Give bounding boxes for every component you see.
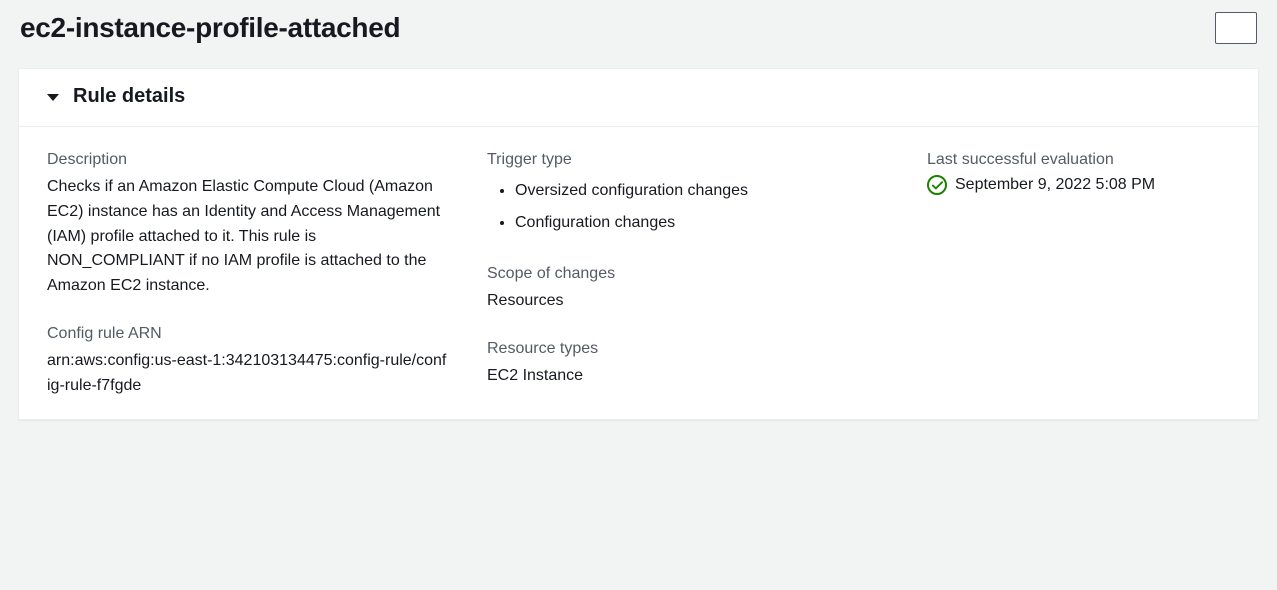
card-title: Rule details: [73, 85, 185, 108]
scope-label: Scope of changes: [487, 265, 887, 283]
list-item: Oversized configuration changes: [515, 175, 887, 207]
header-action-button[interactable]: [1215, 12, 1257, 44]
list-item: Configuration changes: [515, 207, 887, 239]
trigger-label: Trigger type: [487, 151, 887, 169]
evaluation-value: September 9, 2022 5:08 PM: [955, 176, 1155, 194]
arn-value: arn:aws:config:us-east-1:342103134475:co…: [47, 349, 447, 399]
card-body: Description Checks if an Amazon Elastic …: [19, 127, 1258, 419]
description-label: Description: [47, 151, 447, 169]
resource-types-label: Resource types: [487, 340, 887, 358]
scope-value: Resources: [487, 289, 887, 314]
check-circle-icon: [927, 175, 947, 195]
column-evaluation: Last successful evaluation September 9, …: [927, 151, 1230, 399]
page-header: ec2-instance-profile-attached: [0, 0, 1277, 68]
description-value: Checks if an Amazon Elastic Compute Clou…: [47, 175, 447, 299]
resource-types-value: EC2 Instance: [487, 364, 887, 389]
column-trigger: Trigger type Oversized configuration cha…: [487, 151, 887, 399]
page-title: ec2-instance-profile-attached: [20, 12, 400, 44]
caret-down-icon[interactable]: [47, 94, 59, 101]
card-header: Rule details: [19, 69, 1258, 127]
column-description: Description Checks if an Amazon Elastic …: [47, 151, 447, 399]
arn-label: Config rule ARN: [47, 325, 447, 343]
evaluation-label: Last successful evaluation: [927, 151, 1230, 169]
rule-details-card: Rule details Description Checks if an Am…: [18, 68, 1259, 420]
trigger-list: Oversized configuration changes Configur…: [487, 175, 887, 239]
evaluation-row: September 9, 2022 5:08 PM: [927, 175, 1230, 195]
